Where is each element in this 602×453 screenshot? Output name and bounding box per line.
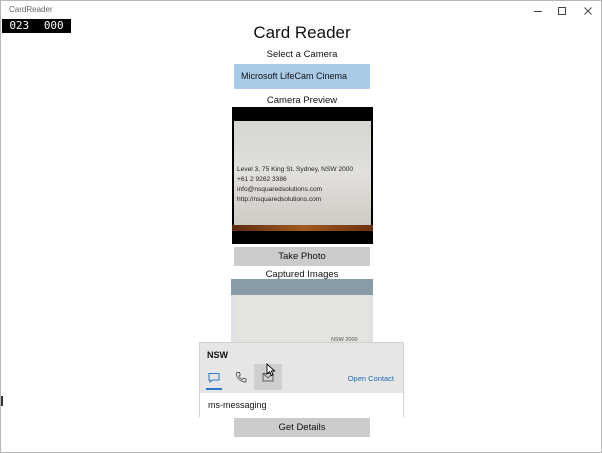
camera-preview: Level 3, 75 King St, Sydney, NSW 2000 +6… [232,107,373,244]
phone-icon [235,372,247,383]
minimize-icon [534,11,542,12]
left-edge-mark [1,396,3,406]
camera-preview-label: Camera Preview [266,95,338,106]
card-line: http://nsquaredsolutions.com [237,196,322,203]
call-button[interactable] [227,364,255,390]
page-title: Card Reader [253,23,351,42]
cursor-icon [266,363,276,377]
captured-image-band [231,279,373,295]
camera-select-label: Select a Camera [266,49,338,60]
card-text: Level 3, 75 King St, Sydney, NSW 2000 +6… [237,165,353,205]
card-line: +61 2 9262 3386 [237,176,287,183]
contact-card-popup: NSW Open Contact ms-messaging [199,342,404,417]
window-title: CardReader [9,5,53,14]
contact-name: NSW [207,350,228,360]
card-line: info@nsquaredsolutions.com [237,186,323,193]
take-photo-button[interactable]: Take Photo [234,247,370,266]
camera-select[interactable]: Microsoft LifeCam Cinema [234,64,370,89]
captured-image[interactable]: NSW 2000 [231,279,373,343]
title-bar: CardReader [1,1,601,21]
message-button[interactable] [200,364,228,390]
contact-method-value: ms-messaging [200,393,403,417]
close-button[interactable] [575,1,601,21]
maximize-icon [558,7,566,15]
minimize-button[interactable] [525,1,551,21]
preview-strip [232,225,373,231]
app-window: CardReader 023 000 Card Reader Select a … [0,0,602,453]
open-contact-link[interactable]: Open Contact [348,374,394,383]
maximize-button[interactable] [549,1,575,21]
card-line: Level 3, 75 King St, Sydney, NSW 2000 [237,166,354,173]
message-icon [208,372,220,383]
get-details-button[interactable]: Get Details [234,418,370,437]
close-icon [584,7,592,15]
captured-card [235,295,369,343]
